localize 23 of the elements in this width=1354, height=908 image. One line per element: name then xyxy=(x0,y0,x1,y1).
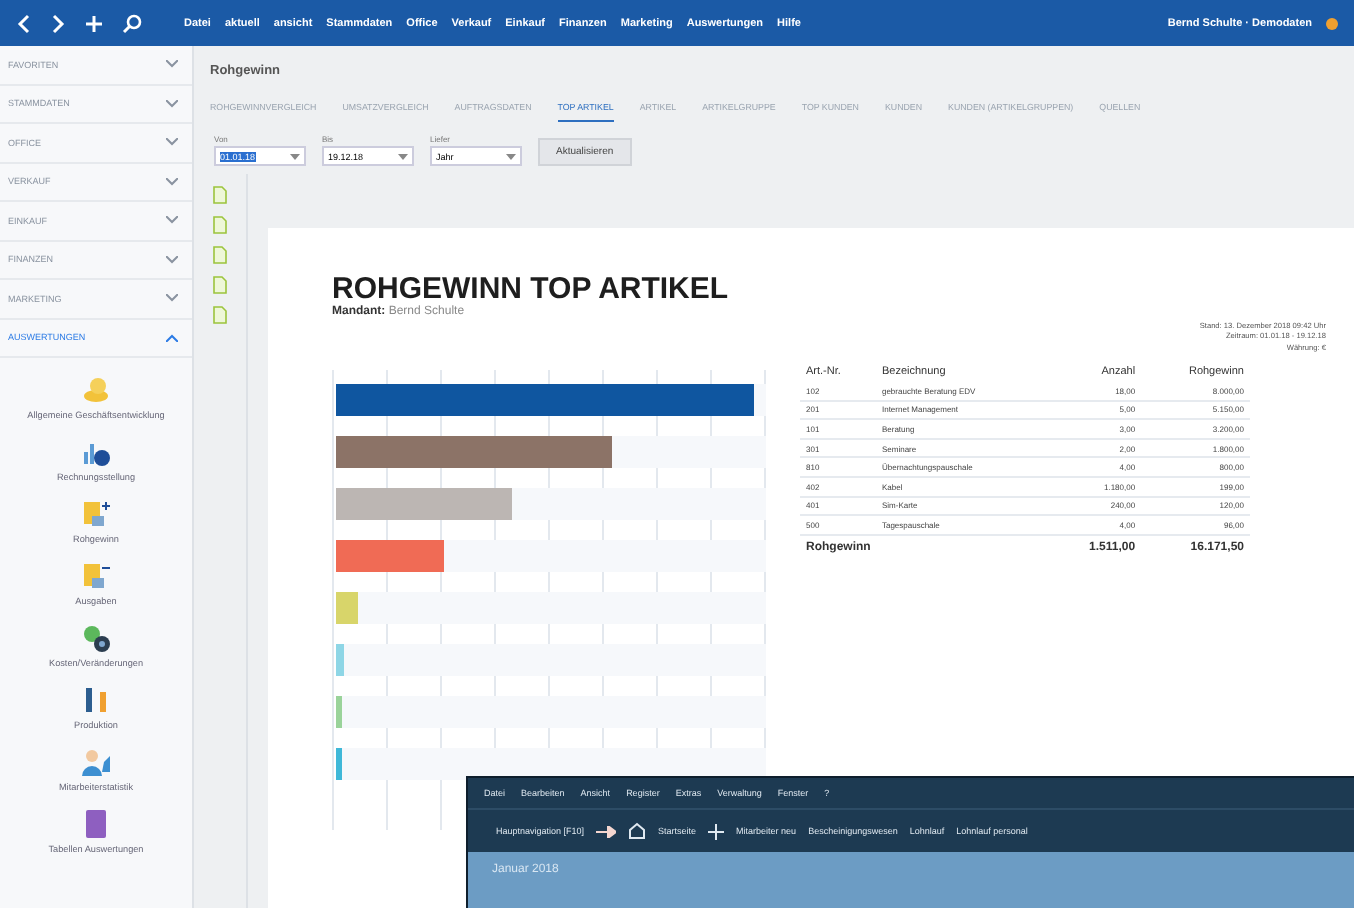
report-title: ROHGEWINN TOP ARTIKEL xyxy=(332,272,731,306)
chevron-icon xyxy=(166,99,178,108)
back-icon[interactable] xyxy=(16,13,32,33)
chevron-icon xyxy=(166,333,178,342)
caret-icon xyxy=(398,153,408,159)
home-icon xyxy=(628,822,647,840)
chevron-icon xyxy=(166,216,178,225)
notification-dot xyxy=(1326,17,1338,29)
plus-icon[interactable] xyxy=(84,13,104,33)
chevron-icon xyxy=(166,255,178,264)
book-icon xyxy=(80,808,112,840)
document-plus-icon xyxy=(80,498,112,530)
caret-icon xyxy=(506,153,516,159)
chevron-icon xyxy=(166,60,178,69)
forward-icon[interactable] xyxy=(50,13,66,33)
chevron-icon xyxy=(166,294,178,303)
plus-icon xyxy=(708,823,725,839)
caret-icon xyxy=(290,153,300,159)
document-minus-icon xyxy=(80,560,112,592)
person-icon xyxy=(80,746,112,778)
search-icon[interactable] xyxy=(122,13,142,33)
chevron-icon xyxy=(166,177,178,186)
chevron-icon xyxy=(166,138,178,147)
